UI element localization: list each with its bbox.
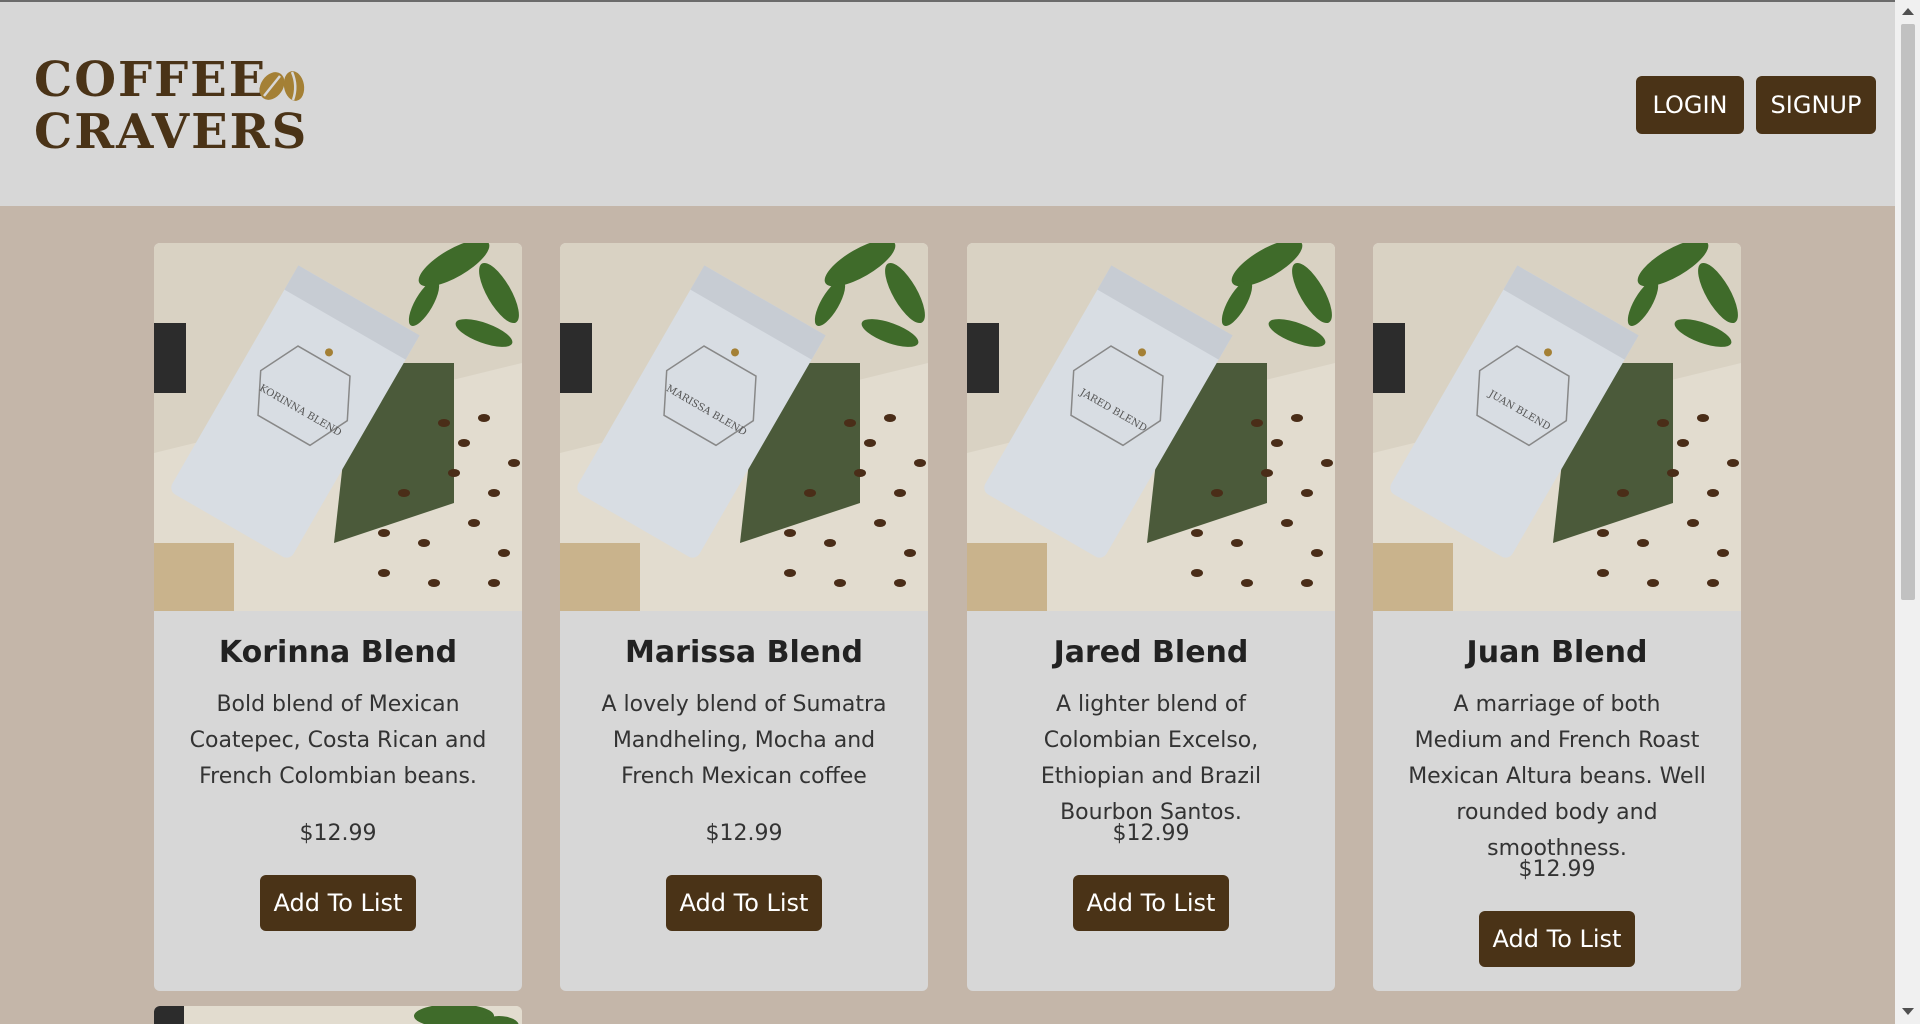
add-to-list-button[interactable]: Add To List xyxy=(1073,875,1229,931)
product-card: JUAN BLEND Juan Blend A marriage of both… xyxy=(1373,243,1741,991)
product-price: $12.99 xyxy=(1518,857,1596,882)
product-description: A lovely blend of Sumatra Mandheling, Mo… xyxy=(601,692,887,789)
product-price: $12.99 xyxy=(705,821,783,846)
scroll-up-arrow-icon[interactable] xyxy=(1902,8,1914,15)
product-description: A marriage of both Medium and French Roa… xyxy=(1408,692,1706,861)
product-image: JUAN BLEND xyxy=(1373,243,1741,611)
vertical-scrollbar[interactable] xyxy=(1895,0,1920,1024)
product-description: A lighter blend of Colombian Excelso, Et… xyxy=(1040,692,1262,825)
product-card: MARISSA BLEND Marissa Blend A lovely ble… xyxy=(560,243,928,991)
product-title: Juan Blend xyxy=(1466,635,1648,670)
add-to-list-button[interactable]: Add To List xyxy=(260,875,416,931)
product-title: Marissa Blend xyxy=(625,635,863,670)
brand-line-2: CRAVERS xyxy=(34,104,309,160)
login-button[interactable]: LOGIN xyxy=(1636,76,1744,134)
signup-button[interactable]: SIGNUP xyxy=(1756,76,1876,134)
add-to-list-button[interactable]: Add To List xyxy=(1479,911,1635,967)
product-price: $12.99 xyxy=(299,821,377,846)
product-image: MARISSA BLEND xyxy=(560,243,928,611)
scroll-thumb[interactable] xyxy=(1901,24,1915,600)
product-image: KORINNA BLEND xyxy=(154,243,522,611)
product-card: JARED BLEND Jared Blend A lighter blend … xyxy=(967,243,1335,991)
product-image xyxy=(154,1006,522,1024)
product-title: Korinna Blend xyxy=(218,635,458,670)
scroll-down-arrow-icon[interactable] xyxy=(1902,1008,1914,1015)
product-title: Jared Blend xyxy=(1053,635,1249,670)
product-card: KORINNA BLEND Korinna Blend Bold blend o… xyxy=(154,243,522,991)
brand-logo[interactable]: COFFEE CRAVERS xyxy=(34,54,308,158)
product-price: $12.99 xyxy=(1112,821,1190,846)
site-header: COFFEE CRAVERS LOGIN SIGNUP xyxy=(0,2,1895,206)
coffee-beans-icon xyxy=(259,71,305,101)
product-image: JARED BLEND xyxy=(967,243,1335,611)
add-to-list-button[interactable]: Add To List xyxy=(666,875,822,931)
next-product-card-peek xyxy=(154,1006,522,1024)
product-description: Bold blend of Mexican Coatepec, Costa Ri… xyxy=(189,692,487,789)
